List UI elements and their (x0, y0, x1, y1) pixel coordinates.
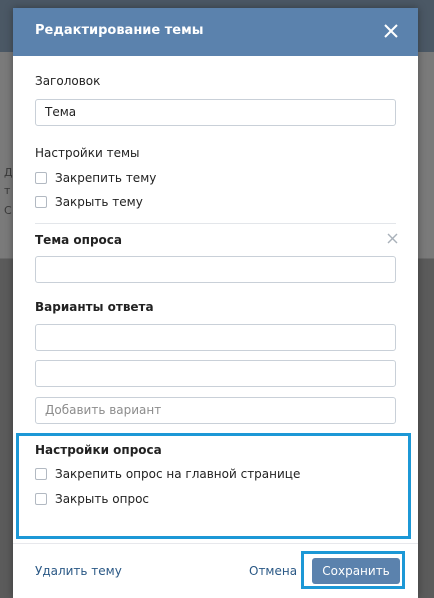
poll-settings-heading: Настройки опроса (35, 443, 162, 457)
remove-poll-icon[interactable] (387, 233, 398, 244)
background-text-fragment: С (4, 204, 12, 217)
section-divider (35, 223, 396, 224)
answers-label: Варианты ответа (35, 300, 154, 314)
close-topic-label: Закрыть тему (55, 195, 143, 209)
background-text-fragment: т (4, 184, 11, 197)
close-poll-option[interactable]: Закрыть опрос (35, 491, 149, 507)
add-answer-placeholder: Добавить вариант (45, 403, 162, 417)
pin-topic-option[interactable]: Закрепить тему (35, 170, 156, 186)
title-input[interactable]: Тема (35, 99, 396, 126)
close-topic-option[interactable]: Закрыть тему (35, 194, 143, 210)
add-answer-input[interactable]: Добавить вариант (35, 397, 396, 424)
edit-topic-dialog: Редактирование темы Заголовок Тема Настр… (13, 8, 418, 598)
pin-topic-checkbox[interactable] (35, 172, 47, 184)
answer-input[interactable] (35, 360, 396, 387)
delete-topic-link[interactable]: Удалить тему (35, 564, 122, 578)
save-button[interactable]: Сохранить (312, 558, 400, 584)
cancel-link[interactable]: Отмена (249, 564, 297, 578)
answer-input[interactable] (35, 324, 396, 351)
background-text-fragment: Д (4, 166, 13, 179)
close-poll-checkbox[interactable] (35, 493, 47, 505)
pin-poll-checkbox[interactable] (35, 468, 47, 480)
close-icon[interactable] (382, 22, 400, 40)
close-poll-label: Закрыть опрос (55, 492, 150, 506)
pin-poll-label: Закрепить опрос на главной странице (55, 467, 301, 481)
pin-topic-label: Закрепить тему (55, 171, 157, 185)
dialog-header: Редактирование темы (13, 8, 418, 56)
title-label: Заголовок (35, 74, 101, 88)
poll-topic-label: Тема опроса (35, 233, 122, 247)
poll-topic-input[interactable] (35, 256, 396, 283)
title-input-value: Тема (45, 105, 77, 119)
topic-settings-heading: Настройки темы (35, 146, 140, 160)
close-topic-checkbox[interactable] (35, 196, 47, 208)
pin-poll-option[interactable]: Закрепить опрос на главной странице (35, 466, 300, 482)
dialog-footer: Удалить тему Отмена Сохранить (13, 543, 418, 598)
dialog-title: Редактирование темы (35, 23, 204, 38)
